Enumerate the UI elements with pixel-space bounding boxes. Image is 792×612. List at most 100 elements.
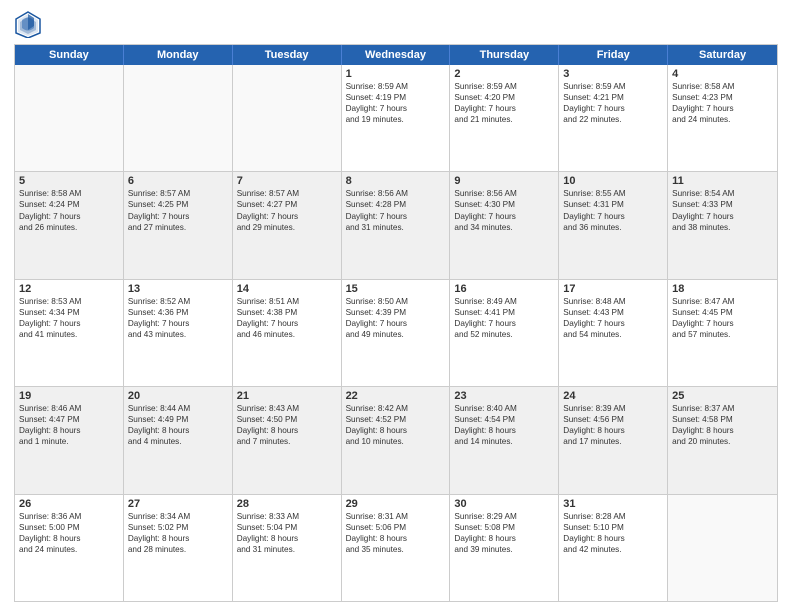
- cell-info-line: Sunset: 4:19 PM: [346, 92, 446, 103]
- calendar-week-5: 26Sunrise: 8:36 AMSunset: 5:00 PMDayligh…: [15, 495, 777, 601]
- cell-info-line: and 24 minutes.: [672, 114, 773, 125]
- cell-info-line: Sunset: 4:33 PM: [672, 199, 773, 210]
- cell-info-line: Sunset: 5:10 PM: [563, 522, 663, 533]
- cell-info-line: Sunrise: 8:48 AM: [563, 296, 663, 307]
- cell-info-line: Sunrise: 8:50 AM: [346, 296, 446, 307]
- day-number: 15: [346, 283, 446, 295]
- logo: [14, 10, 46, 38]
- cell-info-line: Daylight: 7 hours: [672, 103, 773, 114]
- day-number: 22: [346, 390, 446, 402]
- day-number: 19: [19, 390, 119, 402]
- cell-info-line: and 46 minutes.: [237, 329, 337, 340]
- cell-info-line: Sunset: 4:30 PM: [454, 199, 554, 210]
- cell-info-line: and 39 minutes.: [454, 544, 554, 555]
- cell-info-line: Sunset: 4:41 PM: [454, 307, 554, 318]
- cell-info-line: Sunset: 5:04 PM: [237, 522, 337, 533]
- day-number: 26: [19, 498, 119, 510]
- day-number: 31: [563, 498, 663, 510]
- day-number: 3: [563, 68, 663, 80]
- calendar-body: 1 Sunrise: 8:59 AM Sunset: 4:19 PM Daylight…: [15, 65, 777, 601]
- day-number: 27: [128, 498, 228, 510]
- day-number: 28: [237, 498, 337, 510]
- header-day-thursday: Thursday: [450, 45, 559, 65]
- cell-info-line: and 42 minutes.: [563, 544, 663, 555]
- day-number: 21: [237, 390, 337, 402]
- cell-info-line: and 27 minutes.: [128, 222, 228, 233]
- cell-info-line: Sunrise: 8:53 AM: [19, 296, 119, 307]
- calendar-cell: 25Sunrise: 8:37 AMSunset: 4:58 PMDayligh…: [668, 387, 777, 493]
- cell-info-line: Sunset: 5:02 PM: [128, 522, 228, 533]
- calendar-cell: 5Sunrise: 8:58 AMSunset: 4:24 PMDaylight…: [15, 172, 124, 278]
- cell-info-line: Daylight: 7 hours: [346, 211, 446, 222]
- header: [14, 10, 778, 38]
- cell-info-line: and 49 minutes.: [346, 329, 446, 340]
- calendar-week-3: 12Sunrise: 8:53 AMSunset: 4:34 PMDayligh…: [15, 280, 777, 387]
- cell-info-line: Daylight: 8 hours: [128, 425, 228, 436]
- cell-info-line: Sunrise: 8:34 AM: [128, 511, 228, 522]
- calendar-cell: 27Sunrise: 8:34 AMSunset: 5:02 PMDayligh…: [124, 495, 233, 601]
- header-day-tuesday: Tuesday: [233, 45, 342, 65]
- cell-info-line: Daylight: 8 hours: [128, 533, 228, 544]
- day-number: 6: [128, 175, 228, 187]
- cell-info-line: and 21 minutes.: [454, 114, 554, 125]
- cell-info-line: Daylight: 7 hours: [672, 211, 773, 222]
- calendar-cell: 14Sunrise: 8:51 AMSunset: 4:38 PMDayligh…: [233, 280, 342, 386]
- cell-info-line: Sunrise: 8:59 AM: [454, 81, 554, 92]
- cell-info-line: Sunset: 4:38 PM: [237, 307, 337, 318]
- cell-info-line: Daylight: 7 hours: [237, 211, 337, 222]
- calendar-week-2: 5Sunrise: 8:58 AMSunset: 4:24 PMDaylight…: [15, 172, 777, 279]
- calendar-cell: 10Sunrise: 8:55 AMSunset: 4:31 PMDayligh…: [559, 172, 668, 278]
- calendar-cell: 29Sunrise: 8:31 AMSunset: 5:06 PMDayligh…: [342, 495, 451, 601]
- calendar-cell: 30Sunrise: 8:29 AMSunset: 5:08 PMDayligh…: [450, 495, 559, 601]
- cell-info-line: and 28 minutes.: [128, 544, 228, 555]
- cell-info-line: Sunset: 4:49 PM: [128, 414, 228, 425]
- day-number: 5: [19, 175, 119, 187]
- day-number: 1: [346, 68, 446, 80]
- cell-info-line: Sunrise: 8:55 AM: [563, 188, 663, 199]
- cell-info-line: Sunset: 4:25 PM: [128, 199, 228, 210]
- cell-info-line: and 14 minutes.: [454, 436, 554, 447]
- cell-info-line: Daylight: 7 hours: [346, 318, 446, 329]
- cell-info-line: Sunrise: 8:39 AM: [563, 403, 663, 414]
- cell-info-line: Daylight: 7 hours: [237, 318, 337, 329]
- cell-info-line: Daylight: 7 hours: [454, 318, 554, 329]
- cell-info-line: Sunrise: 8:57 AM: [237, 188, 337, 199]
- cell-info-line: and 31 minutes.: [237, 544, 337, 555]
- header-day-friday: Friday: [559, 45, 668, 65]
- cell-info-line: and 26 minutes.: [19, 222, 119, 233]
- day-number: 29: [346, 498, 446, 510]
- day-number: 14: [237, 283, 337, 295]
- calendar-cell: [668, 495, 777, 601]
- calendar-cell: 26Sunrise: 8:36 AMSunset: 5:00 PMDayligh…: [15, 495, 124, 601]
- cell-info-line: and 36 minutes.: [563, 222, 663, 233]
- cell-info-line: Sunset: 4:47 PM: [19, 414, 119, 425]
- cell-info-line: Sunrise: 8:49 AM: [454, 296, 554, 307]
- cell-info-line: and 20 minutes.: [672, 436, 773, 447]
- calendar-cell: 31Sunrise: 8:28 AMSunset: 5:10 PMDayligh…: [559, 495, 668, 601]
- day-number: 23: [454, 390, 554, 402]
- cell-info-line: Sunset: 4:58 PM: [672, 414, 773, 425]
- cell-info-line: and 19 minutes.: [346, 114, 446, 125]
- calendar-cell: 13Sunrise: 8:52 AMSunset: 4:36 PMDayligh…: [124, 280, 233, 386]
- day-number: 12: [19, 283, 119, 295]
- cell-info-line: Sunset: 4:27 PM: [237, 199, 337, 210]
- day-number: 30: [454, 498, 554, 510]
- calendar-cell: 20Sunrise: 8:44 AMSunset: 4:49 PMDayligh…: [124, 387, 233, 493]
- cell-info-line: Daylight: 8 hours: [19, 425, 119, 436]
- day-number: 7: [237, 175, 337, 187]
- cell-info-line: and 52 minutes.: [454, 329, 554, 340]
- calendar-cell: 19Sunrise: 8:46 AMSunset: 4:47 PMDayligh…: [15, 387, 124, 493]
- cell-info-line: Daylight: 8 hours: [346, 533, 446, 544]
- calendar-cell: [124, 65, 233, 171]
- header-day-saturday: Saturday: [668, 45, 777, 65]
- day-number: 16: [454, 283, 554, 295]
- cell-info-line: Sunset: 5:06 PM: [346, 522, 446, 533]
- cell-info-line: and 54 minutes.: [563, 329, 663, 340]
- cell-info-line: Sunset: 4:43 PM: [563, 307, 663, 318]
- cell-info-line: Daylight: 8 hours: [237, 533, 337, 544]
- cell-info-line: Sunrise: 8:57 AM: [128, 188, 228, 199]
- cell-info-line: Sunrise: 8:47 AM: [672, 296, 773, 307]
- cell-info-line: Sunset: 4:28 PM: [346, 199, 446, 210]
- calendar-header: SundayMondayTuesdayWednesdayThursdayFrid…: [15, 45, 777, 65]
- cell-info-line: Daylight: 7 hours: [563, 103, 663, 114]
